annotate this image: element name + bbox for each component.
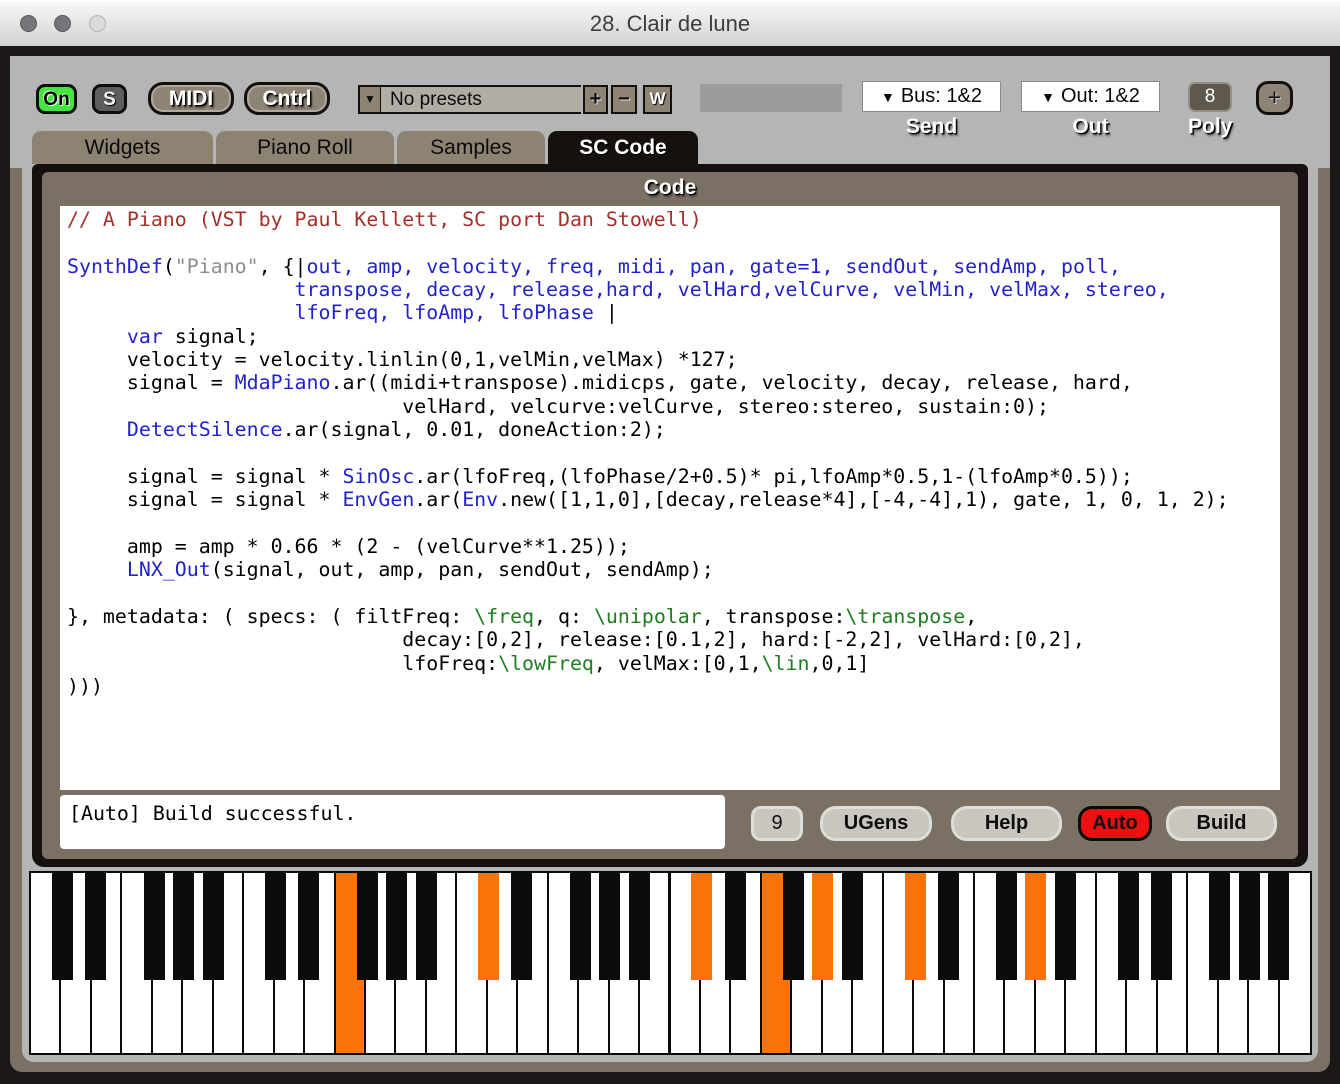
send-bus-dropdown[interactable]: ▼ Bus: 1&2	[862, 81, 1001, 112]
piano-key-C#4[interactable]	[691, 873, 712, 980]
build-status-field[interactable]: [Auto] Build successful.	[60, 795, 725, 849]
preset-dropdown-icon[interactable]: ▼	[358, 85, 382, 114]
tab-widgets[interactable]: Widgets	[32, 131, 213, 164]
piano-key-D#4[interactable]	[725, 873, 746, 980]
piano-key-G#5[interactable]	[1025, 873, 1046, 980]
code-line	[67, 441, 1280, 464]
build-button[interactable]: Build	[1166, 806, 1277, 841]
piano-key-C#5[interactable]	[905, 873, 926, 980]
piano-keyboard[interactable]	[29, 871, 1312, 1055]
code-line: SynthDef("Piano", {|out, amp, velocity, …	[67, 255, 1280, 278]
code-line: }, metadata: ( specs: ( filtFreq: \freq,…	[67, 605, 1280, 628]
code-line: velocity = velocity.linlin(0,1,velMin,ve…	[67, 348, 1280, 371]
chevron-down-icon: ▼	[881, 89, 895, 105]
code-line: velHard, velcurve:velCurve, stereo:stere…	[67, 395, 1280, 418]
piano-key-C#6[interactable]	[1118, 873, 1139, 980]
ugens-button[interactable]: UGens	[820, 806, 932, 841]
piano-key-A#3[interactable]	[629, 873, 650, 980]
out-label: Out	[1021, 115, 1160, 139]
code-editor[interactable]: // A Piano (VST by Paul Kellett, SC port…	[60, 206, 1280, 790]
piano-key-A#6[interactable]	[1268, 873, 1289, 980]
chevron-down-icon: ▼	[1041, 89, 1055, 105]
code-line: DetectSilence.ar(signal, 0.01, doneActio…	[67, 418, 1280, 441]
midi-button[interactable]: MIDI	[148, 82, 234, 115]
piano-key-F#5[interactable]	[996, 873, 1017, 980]
send-label: Send	[862, 115, 1001, 139]
out-value: Out: 1&2	[1061, 85, 1140, 107]
code-line: LNX_Out(signal, out, amp, pan, sendOut, …	[67, 558, 1280, 581]
code-line: var signal;	[67, 325, 1280, 348]
add-channel-button[interactable]: +	[1256, 81, 1293, 115]
code-line: decay:[0,2], release:[0.1,2], hard:[-2,2…	[67, 628, 1280, 651]
piano-key-F#4[interactable]	[783, 873, 804, 980]
code-line: lfoFreq, lfoAmp, lfoPhase |	[67, 301, 1280, 324]
preset-add-button[interactable]: +	[583, 85, 608, 114]
tab-piano-roll[interactable]: Piano Roll	[216, 131, 394, 164]
piano-key-F#2[interactable]	[357, 873, 378, 980]
piano-key-F#6[interactable]	[1209, 873, 1230, 980]
piano-key-F#3[interactable]	[570, 873, 591, 980]
code-line: lfoFreq:\lowFreq, velMax:[0,1,\lin,0,1]	[67, 652, 1280, 675]
on-button[interactable]: On	[36, 84, 77, 114]
piano-key-C#3[interactable]	[478, 873, 499, 980]
send-bus-value: Bus: 1&2	[901, 85, 982, 107]
code-line: amp = amp * 0.66 * (2 - (velCurve**1.25)…	[67, 535, 1280, 558]
preset-field[interactable]: No presets	[381, 85, 581, 114]
ugen-count-button[interactable]: 9	[751, 806, 803, 841]
piano-key-C#1[interactable]	[52, 873, 73, 980]
piano-key-G#3[interactable]	[599, 873, 620, 980]
tab-samples[interactable]: Samples	[397, 131, 545, 164]
code-line	[67, 231, 1280, 254]
piano-key-D#1[interactable]	[85, 873, 106, 980]
tab-sc-code[interactable]: SC Code	[548, 131, 698, 164]
piano-key-G#6[interactable]	[1239, 873, 1260, 980]
piano-key-A#2[interactable]	[416, 873, 437, 980]
piano-key-D#3[interactable]	[511, 873, 532, 980]
auto-build-button[interactable]: Auto	[1078, 806, 1152, 841]
piano-key-A#1[interactable]	[203, 873, 224, 980]
piano-key-F#1[interactable]	[144, 873, 165, 980]
code-line	[67, 511, 1280, 534]
piano-key-A#4[interactable]	[842, 873, 863, 980]
preset-write-button[interactable]: W	[643, 85, 672, 114]
code-line: transpose, decay, release,hard, velHard,…	[67, 278, 1280, 301]
piano-key-D#6[interactable]	[1151, 873, 1172, 980]
poly-count-box[interactable]: 8	[1188, 82, 1232, 112]
piano-key-D#5[interactable]	[938, 873, 959, 980]
cntrl-button[interactable]: Cntrl	[244, 82, 330, 115]
out-dropdown[interactable]: ▼ Out: 1&2	[1021, 81, 1160, 112]
level-meter	[700, 84, 842, 112]
solo-button[interactable]: S	[92, 84, 127, 114]
code-line: // A Piano (VST by Paul Kellett, SC port…	[67, 208, 1280, 231]
piano-key-A#5[interactable]	[1055, 873, 1076, 980]
preset-remove-button[interactable]: −	[611, 85, 637, 114]
code-line: )))	[67, 675, 1280, 698]
code-line	[67, 582, 1280, 605]
code-line: signal = signal * EnvGen.ar(Env.new([1,1…	[67, 488, 1280, 511]
poly-label: Poly	[1188, 115, 1232, 139]
code-line: signal = MdaPiano.ar((midi+transpose).mi…	[67, 371, 1280, 394]
code-line: signal = signal * SinOsc.ar(lfoFreq,(lfo…	[67, 465, 1280, 488]
code-header: Code	[42, 176, 1298, 202]
piano-key-D#2[interactable]	[298, 873, 319, 980]
piano-key-G#4[interactable]	[812, 873, 833, 980]
window-title: 28. Clair de lune	[0, 0, 1340, 46]
piano-key-C#2[interactable]	[265, 873, 286, 980]
help-button[interactable]: Help	[951, 806, 1062, 841]
piano-key-G#1[interactable]	[173, 873, 194, 980]
piano-key-G#2[interactable]	[386, 873, 407, 980]
